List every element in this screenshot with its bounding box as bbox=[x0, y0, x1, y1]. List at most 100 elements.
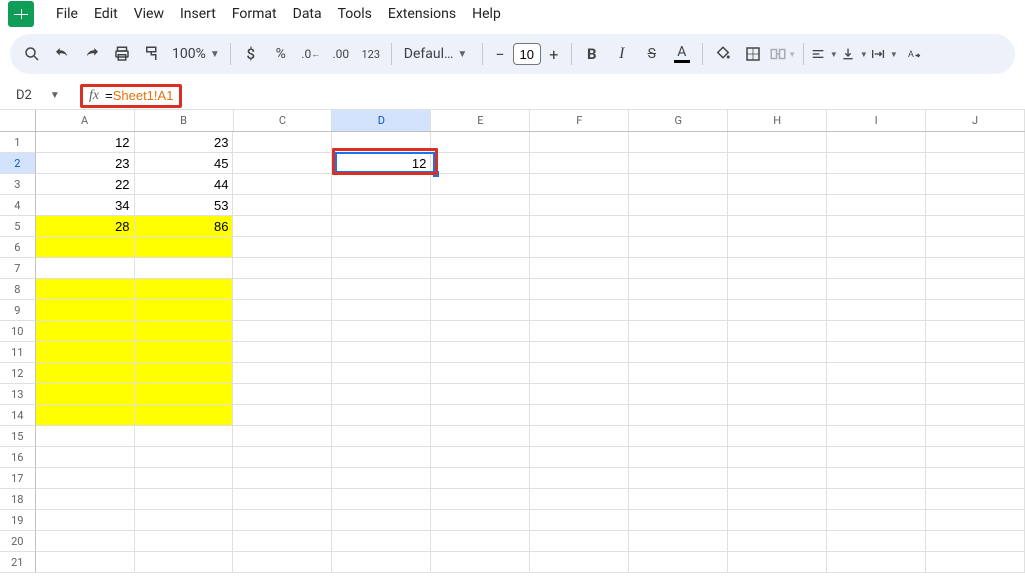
row-header[interactable]: 11 bbox=[0, 342, 36, 363]
cell[interactable] bbox=[926, 279, 1025, 300]
row-header[interactable]: 19 bbox=[0, 510, 36, 531]
decrease-decimal-button[interactable]: .0← bbox=[297, 40, 325, 68]
cell[interactable] bbox=[431, 426, 530, 447]
cell[interactable] bbox=[233, 342, 332, 363]
cell[interactable]: 45 bbox=[135, 153, 234, 174]
cell[interactable]: 86 bbox=[135, 216, 234, 237]
cell[interactable] bbox=[431, 153, 530, 174]
cell[interactable] bbox=[36, 300, 135, 321]
column-header[interactable]: H bbox=[728, 110, 827, 131]
cell[interactable] bbox=[135, 279, 234, 300]
cell[interactable] bbox=[530, 552, 629, 573]
cell[interactable] bbox=[36, 468, 135, 489]
cell[interactable] bbox=[135, 552, 234, 573]
cell[interactable] bbox=[431, 489, 530, 510]
cell[interactable] bbox=[530, 447, 629, 468]
cell[interactable] bbox=[332, 489, 431, 510]
cell[interactable] bbox=[233, 195, 332, 216]
cell[interactable] bbox=[827, 237, 926, 258]
cell[interactable] bbox=[431, 321, 530, 342]
cell[interactable] bbox=[233, 405, 332, 426]
cell[interactable] bbox=[332, 468, 431, 489]
row-header[interactable]: 12 bbox=[0, 363, 36, 384]
cell[interactable] bbox=[530, 342, 629, 363]
cell[interactable] bbox=[629, 384, 728, 405]
cell[interactable] bbox=[728, 447, 827, 468]
cell[interactable] bbox=[530, 405, 629, 426]
cell[interactable] bbox=[827, 300, 926, 321]
cell[interactable] bbox=[233, 300, 332, 321]
borders-button[interactable] bbox=[739, 40, 767, 68]
cell[interactable] bbox=[629, 468, 728, 489]
cell[interactable] bbox=[233, 258, 332, 279]
cell[interactable] bbox=[36, 552, 135, 573]
cell[interactable] bbox=[332, 321, 431, 342]
cell[interactable] bbox=[728, 531, 827, 552]
italic-button[interactable]: I bbox=[608, 40, 636, 68]
cell[interactable] bbox=[431, 216, 530, 237]
row-header[interactable]: 17 bbox=[0, 468, 36, 489]
undo-button[interactable] bbox=[48, 40, 76, 68]
cell[interactable] bbox=[135, 510, 234, 531]
cell[interactable] bbox=[728, 258, 827, 279]
cell[interactable] bbox=[926, 489, 1025, 510]
cell[interactable] bbox=[728, 489, 827, 510]
cell[interactable] bbox=[135, 384, 234, 405]
cell[interactable] bbox=[629, 195, 728, 216]
cell[interactable] bbox=[926, 216, 1025, 237]
cell[interactable] bbox=[629, 552, 728, 573]
cell[interactable] bbox=[332, 552, 431, 573]
row-header[interactable]: 14 bbox=[0, 405, 36, 426]
cell[interactable] bbox=[233, 132, 332, 153]
cell[interactable] bbox=[135, 489, 234, 510]
cell[interactable] bbox=[530, 132, 629, 153]
cell[interactable] bbox=[926, 405, 1025, 426]
cell[interactable] bbox=[827, 342, 926, 363]
row-header[interactable]: 9 bbox=[0, 300, 36, 321]
text-rotation-button[interactable]: A bbox=[900, 40, 928, 68]
column-header[interactable]: C bbox=[234, 110, 333, 131]
cell[interactable] bbox=[233, 174, 332, 195]
redo-button[interactable] bbox=[78, 40, 106, 68]
menu-format[interactable]: Format bbox=[224, 2, 285, 26]
decrease-font-button[interactable]: − bbox=[489, 40, 511, 68]
cell[interactable] bbox=[827, 174, 926, 195]
cell[interactable]: 53 bbox=[135, 195, 234, 216]
cell[interactable] bbox=[728, 321, 827, 342]
cell[interactable] bbox=[926, 321, 1025, 342]
column-header[interactable]: G bbox=[629, 110, 728, 131]
cell[interactable] bbox=[530, 279, 629, 300]
row-header[interactable]: 3 bbox=[0, 174, 36, 195]
cell[interactable] bbox=[233, 531, 332, 552]
cell[interactable] bbox=[36, 321, 135, 342]
column-header[interactable]: B bbox=[135, 110, 234, 131]
cell[interactable] bbox=[233, 153, 332, 174]
cell[interactable] bbox=[332, 237, 431, 258]
cell[interactable] bbox=[332, 531, 431, 552]
cell[interactable] bbox=[629, 321, 728, 342]
cell[interactable] bbox=[431, 510, 530, 531]
cell[interactable] bbox=[431, 405, 530, 426]
row-header[interactable]: 5 bbox=[0, 216, 36, 237]
vertical-align-button[interactable]: ▼ bbox=[840, 40, 868, 68]
cell[interactable] bbox=[332, 426, 431, 447]
cell[interactable] bbox=[629, 489, 728, 510]
cell[interactable] bbox=[926, 531, 1025, 552]
cell[interactable] bbox=[629, 510, 728, 531]
cell[interactable] bbox=[332, 300, 431, 321]
cell[interactable] bbox=[233, 552, 332, 573]
cell[interactable] bbox=[728, 405, 827, 426]
column-header[interactable]: A bbox=[36, 110, 135, 131]
cell[interactable] bbox=[629, 279, 728, 300]
cell[interactable] bbox=[926, 174, 1025, 195]
cell[interactable]: 23 bbox=[135, 132, 234, 153]
column-header[interactable]: F bbox=[530, 110, 629, 131]
cell[interactable] bbox=[233, 321, 332, 342]
cell[interactable] bbox=[728, 195, 827, 216]
cell[interactable] bbox=[629, 237, 728, 258]
cell[interactable] bbox=[135, 363, 234, 384]
cell[interactable] bbox=[431, 174, 530, 195]
bold-button[interactable]: B bbox=[578, 40, 606, 68]
cell[interactable] bbox=[926, 363, 1025, 384]
cell[interactable] bbox=[629, 153, 728, 174]
